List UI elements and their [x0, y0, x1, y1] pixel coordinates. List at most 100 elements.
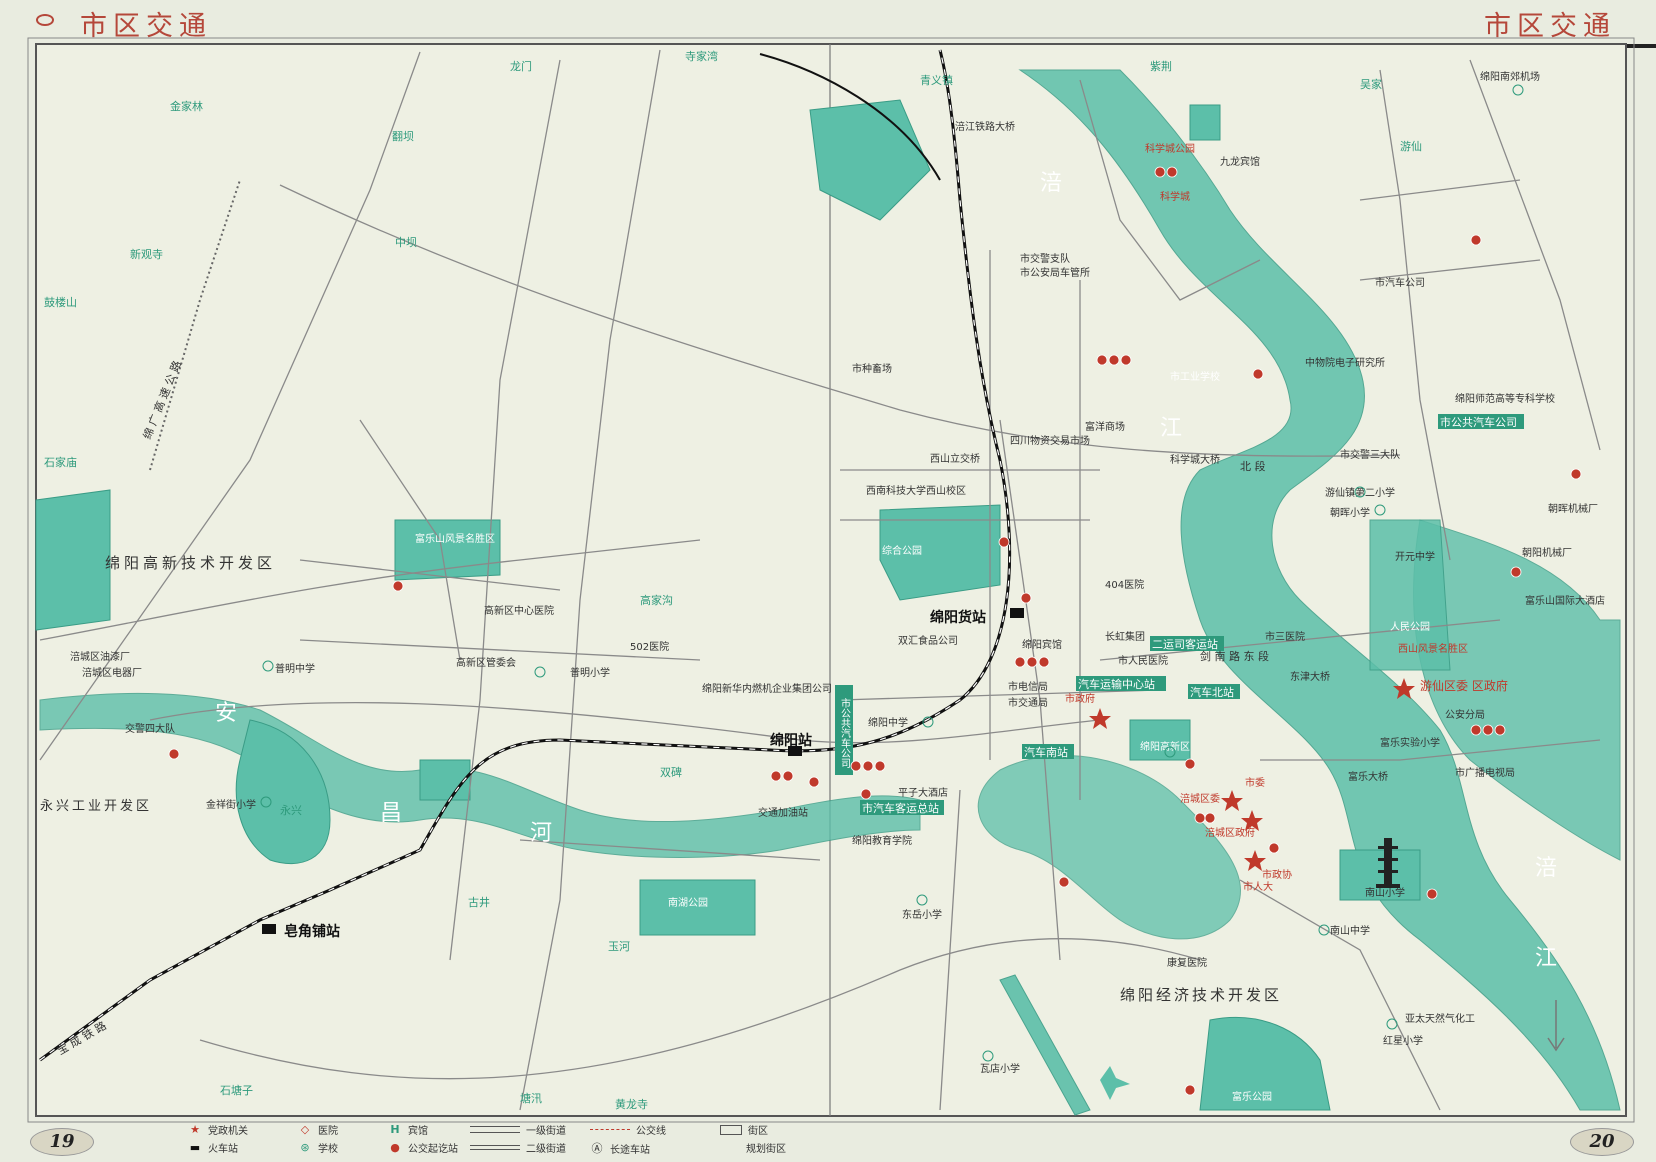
place-kexuecheng: 科学城 — [1160, 190, 1190, 203]
legend-item-hospital: ◇ 医院 — [298, 1122, 338, 1137]
bus-stop-icon — [1154, 166, 1166, 178]
town-gaojiagou: 高家沟 — [640, 593, 673, 607]
legend-item-bus-line: 公交线 — [590, 1122, 666, 1137]
planned-block-icon — [720, 1144, 740, 1152]
place-rehab-hospital: 康复医院 — [1167, 956, 1207, 969]
place-nanhu-park: 富乐公园 — [1232, 1090, 1272, 1103]
coach-station-center: 汽车运输中心站 — [1078, 677, 1155, 691]
place-xinhua-engine: 绵阳新华内燃机企业集团公司 — [702, 682, 832, 695]
legend-item-school: ⊛ 学校 — [298, 1140, 338, 1155]
bus-stop-icon — [1120, 354, 1132, 366]
place-traffic-police-3: 市交警三大队 — [1340, 448, 1400, 461]
town-huanglongsi: 黄龙寺 — [615, 1097, 648, 1111]
place-404-hospital: 404医院 — [1105, 578, 1144, 591]
bus-stop-icon — [1020, 592, 1032, 604]
bus-stop-icon — [1058, 876, 1070, 888]
bus-stop-icon — [1108, 354, 1120, 366]
place-fujiang-rail-bridge: 涪江铁路大桥 — [955, 120, 1015, 133]
place-nanshan-middle: 南山中学 — [1330, 924, 1370, 937]
legend-item-party: ★ 党政机关 — [188, 1122, 248, 1137]
bus-stop-icon — [860, 788, 872, 800]
train-station-icon: ▬ — [189, 1141, 201, 1154]
area-label-yongxing: 永兴工业开发区 — [40, 798, 152, 814]
town-gulushan: 鼓楼山 — [44, 295, 77, 309]
place-wadian-primary: 瓦店小学 — [980, 1062, 1020, 1075]
place-npc: 市人大 — [1243, 880, 1273, 893]
river-label-jiang-1: 江 — [1160, 416, 1182, 441]
bus-stop-icon — [1038, 656, 1050, 668]
place-jinxiang-primary: 金祥街小学 — [206, 798, 256, 811]
river-label-fu-2: 涪 — [1535, 856, 1557, 881]
legend-item-block: 街区 — [720, 1122, 768, 1137]
place-electronics-institute: 中物院电子研究所 — [1305, 356, 1385, 369]
bus-stop-icon — [874, 760, 886, 772]
bus-company-east: 市公共汽车公司 — [1440, 415, 1517, 429]
road-label-jiannan-east: 剑 南 路 东 段 — [1200, 649, 1269, 663]
page-number-left: 19 — [30, 1128, 94, 1156]
bus-stop-icon — [1494, 724, 1506, 736]
town-youxian: 游仙 — [1400, 140, 1422, 153]
place-peoples-hospital: 市人民医院 — [1118, 654, 1168, 667]
place-fule-bridge: 富乐大桥 — [1348, 770, 1388, 783]
place-fuyang-mall: 富洋商场 — [1085, 420, 1125, 433]
town-zhongba: 中坝 — [395, 235, 417, 249]
park-kexuecheng — [1189, 104, 1221, 141]
place-kaiyuan-middle: 开元中学 — [1395, 550, 1435, 563]
city-transport-map[interactable]: 绵阳高新技术开发区 绵阳经济技术开发区 永兴工业开发区 安 昌 河 涪 江 涪 … — [0, 0, 1656, 1162]
place-traffic-police-4: 交警四大队 — [125, 722, 175, 735]
place-police-branch: 公安分局 — [1445, 708, 1485, 721]
coach-station-main: 市汽车客运总站 — [862, 801, 939, 815]
youxian-govt-label: 游仙区委 区政府 — [1420, 678, 1508, 693]
town-jinjialin: 金家林 — [170, 99, 203, 113]
bus-line-icon — [590, 1129, 630, 1130]
place-mianyang-hotel: 绵阳宾馆 — [1022, 638, 1062, 651]
bus-stop-icon — [1194, 812, 1206, 824]
place-kexuecheng-park: 科学城公园 — [1145, 142, 1195, 155]
legend-item-planned-block: 规划街区 — [720, 1140, 786, 1155]
bus-stop-icon — [1268, 842, 1280, 854]
bus-stop-icon — [850, 760, 862, 772]
park-xiyang — [35, 489, 111, 631]
place-broadcast-bureau: 市广播电视局 — [1455, 766, 1515, 779]
bus-stop-icon — [1184, 1084, 1196, 1096]
coach-station-north: 汽车北站 — [1190, 685, 1234, 699]
bus-stop-icon — [392, 580, 404, 592]
star-icon: ★ — [190, 1123, 200, 1136]
bus-stop-icon — [1252, 368, 1264, 380]
legend-item-main-road: 一级街道 — [470, 1122, 566, 1137]
place-education-college: 绵阳教育学院 — [852, 834, 912, 847]
place-transport-bureau: 市交通局 — [1008, 696, 1048, 709]
river-label-he: 河 — [530, 821, 552, 846]
town-shitangzi: 石塘子 — [220, 1083, 253, 1097]
road-label-north-section: 北 段 — [1240, 459, 1266, 473]
block-icon — [720, 1124, 742, 1135]
river-label-fu-1: 涪 — [1040, 171, 1062, 196]
bus-stop-icon — [808, 776, 820, 788]
train-station-icon — [1010, 608, 1024, 618]
legend-item-train-station: ▬ 火车站 — [189, 1141, 238, 1155]
place-appliance-factory: 涪城区电器厂 — [82, 666, 142, 679]
bus-stop-icon — [168, 748, 180, 760]
svg-text:皂角铺站: 皂角铺站 — [284, 923, 340, 940]
bus-stop-icon — [770, 770, 782, 782]
place-kexuecheng-bridge: 科学城大桥 — [1170, 453, 1220, 466]
place-fule-park: 人民公园 — [1390, 621, 1430, 633]
town-sijiawan: 寺家湾 — [685, 49, 718, 63]
bus-stop-icon — [1166, 166, 1178, 178]
coach-station-eryunsi: 二运司客运站 — [1152, 637, 1218, 651]
place-xishan-scenic: 综合公园 — [882, 544, 922, 557]
coach-station-icon: Ⓐ — [591, 1142, 603, 1155]
place-fucheng-party: 涪城区委 — [1180, 792, 1220, 805]
place-city-party: 市委 — [1245, 776, 1265, 789]
town-fanba: 翻坝 — [392, 129, 414, 143]
place-fuleshan-hotel: 富乐山国际大酒店 — [1525, 594, 1605, 607]
legend-item-bus-stop: ● 公交起讫站 — [388, 1140, 458, 1155]
place-gaoxin-committee: 高新区管委会 — [456, 656, 516, 669]
town-gujing: 古井 — [468, 895, 490, 909]
town-shuangbei: 双碑 — [660, 766, 682, 779]
place-bus-company: 市汽车公司 — [1375, 276, 1425, 289]
hotel-icon: H — [390, 1123, 400, 1136]
place-gaoxin-label: 市工业学校 — [1170, 370, 1220, 383]
place-puming-middle: 普明中学 — [275, 662, 315, 675]
place-telecom: 市电信局 — [1008, 680, 1048, 693]
